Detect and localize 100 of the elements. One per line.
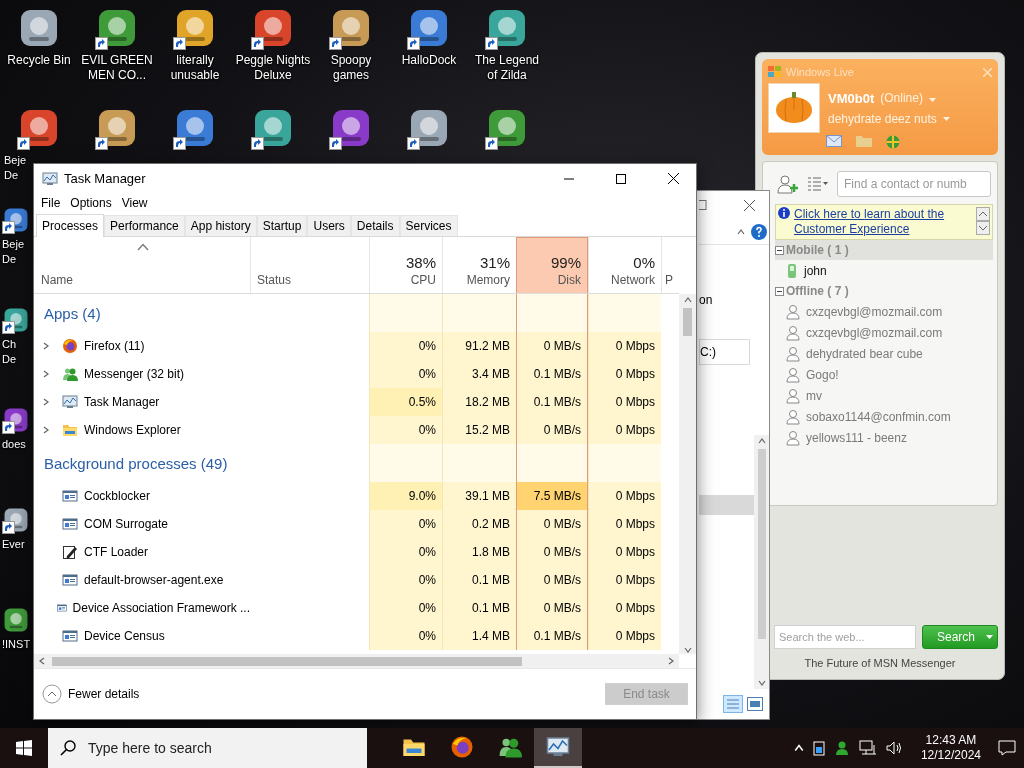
menu-item[interactable]: Options bbox=[65, 196, 117, 210]
table-cell: 18.2 MB bbox=[442, 388, 516, 416]
scroll-left-icon[interactable] bbox=[38, 657, 46, 665]
customer-experience-link[interactable]: Click here to learn about the Customer Experience bbox=[794, 207, 972, 237]
process-name-cell[interactable]: Device Association Framework ... bbox=[34, 594, 250, 622]
desktop-icon-label: Spoopy games bbox=[329, 53, 373, 83]
tab[interactable]: Services bbox=[399, 215, 458, 236]
desktop-icon-label: Ever bbox=[2, 537, 26, 552]
process-name-cell[interactable]: Windows Explorer bbox=[34, 416, 250, 444]
contact-name[interactable]: Gogo! bbox=[806, 367, 839, 382]
process-name-cell[interactable]: Device Census bbox=[34, 622, 250, 650]
battery-icon[interactable] bbox=[812, 740, 825, 756]
taskbar-search-field[interactable]: Type here to search bbox=[48, 728, 367, 768]
column-header[interactable]: 99% Disk bbox=[516, 237, 588, 293]
scroll-down-icon[interactable] bbox=[683, 646, 692, 654]
contact-search-field[interactable]: Find a contact or numb bbox=[837, 171, 991, 197]
process-name-cell[interactable]: Firefox (11) bbox=[34, 332, 250, 360]
contact-name[interactable]: dehydrated bear cube bbox=[806, 346, 923, 361]
monitor-chart-icon bbox=[62, 394, 78, 410]
expand-chevron-icon[interactable] bbox=[42, 398, 50, 406]
usage-value: 38% bbox=[405, 253, 436, 273]
add-contact-icon[interactable] bbox=[777, 174, 799, 194]
volume-icon[interactable] bbox=[885, 740, 904, 756]
process-name-cell[interactable]: COM Surrogate bbox=[34, 510, 250, 538]
show-hidden-icons-icon[interactable] bbox=[793, 743, 804, 753]
tab[interactable]: Performance bbox=[104, 215, 185, 236]
close-icon bbox=[667, 173, 679, 184]
folder-icon bbox=[62, 422, 78, 438]
table-cell: 0.2 MB bbox=[442, 510, 516, 538]
process-name: Cockblocker bbox=[84, 489, 151, 503]
tab[interactable]: Processes bbox=[36, 214, 105, 237]
address-field[interactable]: C:) bbox=[699, 339, 750, 365]
contact-name[interactable]: mv bbox=[806, 388, 822, 403]
column-label: P bbox=[665, 273, 673, 288]
avatar-photo-placeholder[interactable] bbox=[768, 83, 820, 133]
selected-row bbox=[699, 495, 754, 515]
web-search-field[interactable]: Search the web... bbox=[774, 625, 916, 649]
process-name-cell[interactable]: Task Manager bbox=[34, 388, 250, 416]
horizontal-scrollbar[interactable] bbox=[34, 654, 679, 668]
process-name-cell[interactable]: CTF Loader bbox=[34, 538, 250, 566]
table-cell: 0% bbox=[369, 566, 442, 594]
contact-name[interactable]: cxzqevbgl@mozmail.com bbox=[806, 304, 943, 319]
tab[interactable]: App history bbox=[184, 215, 257, 236]
contact-name[interactable]: yellows111 - beenz bbox=[806, 430, 907, 445]
process-name: Device Census bbox=[84, 629, 165, 643]
desktop-icon-label: does bbox=[2, 437, 27, 452]
expand-chevron-icon[interactable] bbox=[42, 342, 50, 350]
process-name: CTF Loader bbox=[84, 545, 149, 559]
close-icon[interactable] bbox=[744, 199, 755, 211]
people-icon[interactable] bbox=[833, 740, 850, 756]
app-icon[interactable] bbox=[2, 606, 30, 634]
person-icon bbox=[785, 429, 801, 446]
taskbar-app-button[interactable] bbox=[534, 728, 582, 768]
notifications-icon[interactable] bbox=[998, 740, 1016, 756]
preview-view-icon[interactable] bbox=[747, 697, 763, 711]
fewer-details-button[interactable]: Fewer details bbox=[42, 684, 140, 704]
menu-item[interactable]: View bbox=[116, 196, 153, 210]
maximize-icon bbox=[616, 173, 626, 184]
clock[interactable]: 12:43 AM 12/12/2024 bbox=[912, 733, 989, 763]
tab[interactable]: Startup bbox=[256, 215, 308, 236]
expand-chevron-icon[interactable] bbox=[42, 426, 50, 434]
table-cell: 0 Mbps bbox=[588, 332, 661, 360]
help-icon[interactable] bbox=[751, 223, 767, 240]
scroll-down-icon[interactable] bbox=[757, 679, 766, 687]
tab[interactable]: Users bbox=[307, 215, 351, 236]
collapse-ribbon-icon[interactable] bbox=[737, 227, 745, 236]
process-name: COM Surrogate bbox=[84, 517, 169, 531]
menu-item[interactable]: File bbox=[36, 196, 66, 210]
scroll-up-icon[interactable] bbox=[683, 296, 692, 304]
desktop-icon-label: EVIL GREEN MEN CO... bbox=[80, 53, 154, 83]
contact-name[interactable]: john bbox=[804, 263, 827, 278]
process-name-cell[interactable]: Messenger (32 bit) bbox=[34, 360, 250, 388]
scroll-up-icon[interactable] bbox=[757, 437, 766, 445]
contact-name[interactable]: sobaxo1144@confmin.com bbox=[806, 409, 951, 424]
maximize-icon[interactable] bbox=[699, 200, 707, 210]
scroll-thumb[interactable] bbox=[683, 308, 692, 336]
expand-chevron-icon[interactable] bbox=[42, 370, 50, 378]
collapse-box-icon[interactable] bbox=[775, 245, 784, 255]
vertical-scrollbar[interactable] bbox=[679, 294, 696, 654]
table-cell: 0 Mbps bbox=[588, 622, 661, 650]
table-cell: 0 Mbps bbox=[588, 360, 661, 388]
network-icon[interactable] bbox=[858, 740, 877, 756]
collapse-box-icon[interactable] bbox=[775, 286, 784, 296]
process-name-cell[interactable]: default-browser-agent.exe bbox=[34, 566, 250, 594]
window-icon bbox=[62, 516, 78, 532]
caret-icon bbox=[986, 635, 993, 639]
contact-name[interactable]: cxzqevbgl@mozmail.com bbox=[806, 325, 943, 340]
desktop-icon-label: Beje De bbox=[4, 153, 28, 183]
list-options-icon[interactable] bbox=[807, 176, 829, 192]
vertical-scrollbar[interactable] bbox=[754, 435, 769, 689]
desktop-icon-label: The Legend of Zilda bbox=[473, 53, 541, 83]
process-name: Windows Explorer bbox=[84, 423, 181, 437]
table-cell: 0.1 MB bbox=[442, 566, 516, 594]
tab[interactable]: Details bbox=[350, 215, 400, 236]
window-icon bbox=[62, 628, 78, 644]
scroll-right-icon[interactable] bbox=[667, 657, 675, 665]
banner-scroll-icon[interactable] bbox=[976, 207, 990, 235]
window-icon bbox=[62, 488, 78, 504]
process-name-cell[interactable]: Cockblocker bbox=[34, 482, 250, 510]
table-cell: 0 MB/s bbox=[516, 416, 588, 444]
